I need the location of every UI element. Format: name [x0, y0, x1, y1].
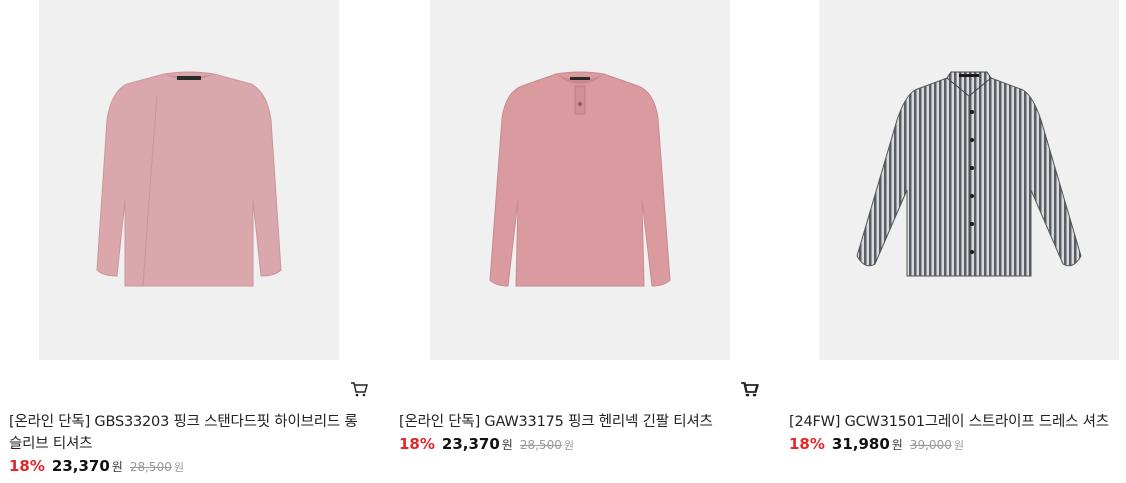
discount-rate: 18% — [9, 457, 45, 475]
original-price: 28,500 — [129, 460, 172, 474]
original-currency-label: 원 — [173, 461, 184, 474]
cart-icon[interactable] — [350, 380, 368, 398]
product-name[interactable]: [온라인 단독] GBS33203 핑크 스탠다드핏 하이브리드 롱슬리브 티셔… — [9, 411, 364, 455]
sale-price: 31,980 — [831, 435, 890, 453]
price-row: 18% 31,980 원 39,000 원 — [789, 435, 964, 453]
currency-label: 원 — [891, 438, 903, 452]
original-price: 28,500 — [519, 438, 562, 452]
sale-price: 23,370 — [441, 435, 500, 453]
pink-long-sleeve-tshirt-image — [96, 71, 282, 287]
discount-rate: 18% — [399, 435, 435, 453]
price-row: 18% 23,370 원 28,500 원 — [399, 435, 574, 453]
gray-stripe-dress-shirt-image — [856, 71, 1082, 277]
cart-icon[interactable] — [741, 380, 759, 398]
product-card[interactable]: [온라인 단독] GBS33203 핑크 스탠다드핏 하이브리드 롱슬리브 티셔… — [0, 0, 370, 483]
product-name[interactable]: [24FW] GCW31501그레이 스트라이프 드레스 셔츠 — [789, 411, 1126, 433]
product-image[interactable] — [39, 0, 339, 360]
price-row: 18% 23,370 원 28,500 원 — [9, 457, 184, 475]
product-card[interactable]: [온라인 단독] GAW33175 핑크 헨리넥 긴팔 티셔츠 18% 23,3… — [390, 0, 760, 483]
pink-henley-tshirt-image — [489, 71, 671, 287]
product-image[interactable] — [430, 0, 730, 360]
currency-label: 원 — [501, 438, 513, 452]
product-name[interactable]: [온라인 단독] GAW33175 핑크 헨리넥 긴팔 티셔츠 — [399, 411, 754, 433]
original-currency-label: 원 — [953, 439, 964, 452]
original-currency-label: 원 — [563, 439, 574, 452]
discount-rate: 18% — [789, 435, 825, 453]
product-card[interactable]: [24FW] GCW31501그레이 스트라이프 드레스 셔츠 18% 31,9… — [780, 0, 1126, 483]
sale-price: 23,370 — [51, 457, 110, 475]
original-price: 39,000 — [909, 438, 952, 452]
product-image[interactable] — [819, 0, 1119, 360]
currency-label: 원 — [111, 460, 123, 474]
